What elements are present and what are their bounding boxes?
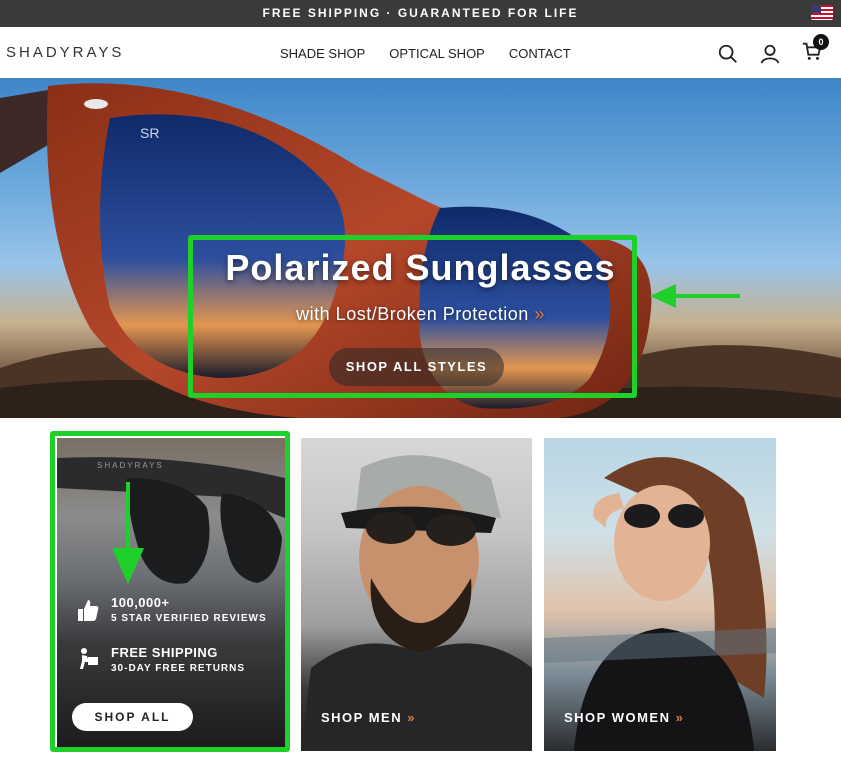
main-nav: SHADE SHOP OPTICAL SHOP CONTACT [280, 46, 571, 61]
site-header: SHADYRAYS SHADE SHOP OPTICAL SHOP CONTAC… [0, 27, 841, 78]
cart-button[interactable]: 0 [801, 34, 829, 67]
shop-women-text: SHOP WOMEN [564, 710, 671, 725]
header-icons: 0 [717, 34, 829, 67]
nav-shade-shop[interactable]: SHADE SHOP [280, 46, 365, 61]
shop-men-label[interactable]: SHOP MEN » [321, 710, 416, 725]
nav-optical-shop[interactable]: OPTICAL SHOP [389, 46, 485, 61]
announcement-text: FREE SHIPPING · GUARANTEED FOR LIFE [262, 6, 579, 20]
cart-count-badge: 0 [813, 34, 829, 50]
chevron-right-icon: » [675, 710, 685, 725]
shop-men-text: SHOP MEN [321, 710, 403, 725]
nav-contact[interactable]: CONTACT [509, 46, 571, 61]
search-icon[interactable] [717, 43, 739, 65]
chevron-right-icon: » [407, 710, 416, 725]
announcement-bar: FREE SHIPPING · GUARANTEED FOR LIFE [0, 0, 841, 27]
lens-logo-mark: SR [140, 125, 159, 141]
account-icon[interactable] [759, 43, 781, 65]
shop-all-styles-button[interactable]: SHOP ALL STYLES [329, 348, 504, 386]
woman-portrait-image [544, 457, 776, 751]
arrow-down-icon [112, 482, 144, 584]
us-flag-icon[interactable] [811, 5, 833, 20]
promo-highlight-box [50, 431, 290, 752]
shop-men-card[interactable]: SHOP MEN » [301, 438, 532, 751]
man-portrait-image [301, 455, 532, 751]
chevron-right-icon: » [534, 304, 545, 324]
hero-subtitle-text: with Lost/Broken Protection [296, 304, 529, 324]
shop-women-card[interactable]: SHOP WOMEN » [544, 438, 776, 751]
arrow-left-icon [650, 284, 740, 308]
site-logo[interactable]: SHADYRAYS [6, 44, 124, 61]
shop-women-label[interactable]: SHOP WOMEN » [564, 710, 684, 725]
